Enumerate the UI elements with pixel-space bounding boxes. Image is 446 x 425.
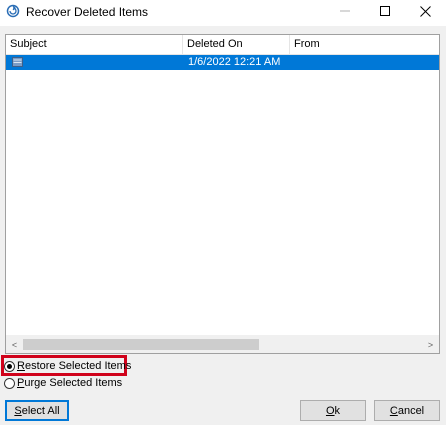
window-title: Recover Deleted Items bbox=[26, 5, 149, 19]
list-header: Subject Deleted On From bbox=[6, 35, 439, 55]
purge-label: Purge Selected Items bbox=[17, 377, 123, 389]
close-icon bbox=[419, 5, 431, 17]
horizontal-scrollbar[interactable]: < > bbox=[6, 335, 439, 353]
title-bar: Recover Deleted Items bbox=[0, 0, 446, 26]
scroll-thumb[interactable] bbox=[23, 339, 259, 350]
recover-deleted-items-dialog: Recover Deleted Items Subject Deleted On… bbox=[0, 0, 446, 425]
column-header-from[interactable]: From bbox=[290, 35, 439, 54]
restore-option[interactable]: Restore Selected Items bbox=[4, 358, 131, 374]
ok-button[interactable]: Ok bbox=[300, 400, 366, 421]
maximize-icon bbox=[380, 6, 390, 16]
mail-item-icon bbox=[12, 57, 23, 67]
cancel-label: Cancel bbox=[389, 404, 425, 417]
column-header-subject[interactable]: Subject bbox=[6, 35, 183, 54]
purge-radio[interactable] bbox=[4, 377, 15, 389]
purge-option[interactable]: Purge Selected Items bbox=[4, 375, 122, 391]
scroll-left-arrow[interactable]: < bbox=[6, 336, 23, 353]
cancel-button[interactable]: Cancel bbox=[374, 400, 440, 421]
maximize-button[interactable] bbox=[365, 0, 405, 22]
deleted-on-cell: 1/6/2022 12:21 AM bbox=[188, 56, 281, 68]
minimize-icon bbox=[340, 10, 350, 12]
minimize-button[interactable] bbox=[325, 0, 365, 22]
select-all-label: Select All bbox=[14, 404, 60, 417]
restore-label: Restore Selected Items bbox=[17, 360, 132, 372]
scroll-right-arrow[interactable]: > bbox=[422, 336, 439, 353]
recover-items-icon bbox=[6, 4, 20, 18]
column-header-deleted-on[interactable]: Deleted On bbox=[183, 35, 290, 54]
ok-label: Ok bbox=[325, 404, 341, 417]
close-button[interactable] bbox=[405, 0, 445, 22]
list-item[interactable]: 1/6/2022 12:21 AM bbox=[6, 55, 439, 70]
deleted-items-list[interactable]: Subject Deleted On From 1/6/2022 12:21 A… bbox=[5, 34, 440, 354]
select-all-button[interactable]: Select All bbox=[5, 400, 69, 421]
restore-radio[interactable] bbox=[4, 360, 15, 372]
